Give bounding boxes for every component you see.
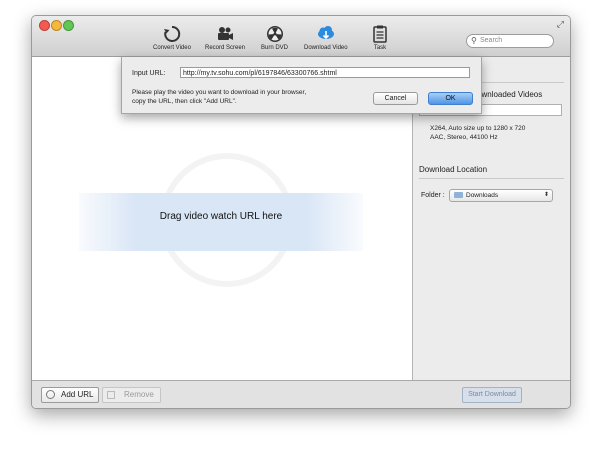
folder-label: Folder : (421, 192, 445, 199)
search-input[interactable]: ⚲ Search (466, 34, 554, 48)
app-window: ⤢ Convert Video Record Screen Burn DVD D… (31, 15, 571, 409)
zoom-window-button[interactable] (63, 20, 74, 31)
cancel-button[interactable]: Cancel (373, 92, 418, 105)
close-window-button[interactable] (39, 20, 50, 31)
toolbar-task[interactable]: Task (371, 25, 389, 51)
folder-select[interactable]: Downloads ⬍ (449, 189, 553, 202)
clipboard-icon (373, 25, 387, 43)
input-url-label: Input URL: (132, 70, 166, 77)
drop-instruction: Drag video watch URL here (159, 211, 283, 222)
radiation-icon (266, 26, 283, 42)
input-url-sheet: Input URL: http://my.tv.sohu.com/pl/6197… (121, 57, 482, 114)
format-line-video: X264, Auto size up to 1280 x 720 (430, 125, 526, 132)
fullscreen-icon[interactable]: ⤢ (557, 19, 564, 30)
divider (419, 178, 564, 179)
folder-icon (454, 192, 463, 198)
add-url-button[interactable]: Add URL (41, 387, 99, 403)
search-icon: ⚲ (471, 36, 477, 45)
add-url-icon (46, 390, 55, 399)
remove-label: Remove (124, 390, 154, 399)
toolbar-record-screen[interactable]: Record Screen (205, 25, 245, 51)
format-line-audio: AAC, Stereo, 44100 Hz (430, 134, 498, 141)
toolbar-download-video[interactable]: Download Video (304, 25, 348, 51)
sheet-instructions: Please play the video you want to downlo… (132, 89, 307, 105)
search-placeholder: Search (480, 37, 503, 44)
start-download-button[interactable]: Start Download (462, 387, 522, 403)
toolbar-burn-dvd[interactable]: Burn DVD (261, 25, 288, 51)
updown-arrows-icon: ⬍ (543, 192, 549, 198)
toolbar-convert-video[interactable]: Convert Video (153, 25, 191, 51)
toolbar-label: Task (373, 45, 387, 51)
folder-value: Downloads (466, 192, 499, 199)
cloud-download-icon (317, 26, 334, 40)
title-toolbar: ⤢ Convert Video Record Screen Burn DVD D… (32, 16, 570, 57)
video-camera-icon (218, 27, 234, 40)
toolbar-label: Burn DVD (261, 45, 289, 51)
remove-button[interactable]: Remove (102, 387, 161, 403)
toolbar-label: Download Video (304, 45, 348, 51)
remove-icon (107, 391, 115, 399)
add-url-label: Add URL (61, 390, 94, 399)
refresh-icon (163, 25, 181, 42)
toolbar-label: Record Screen (205, 45, 246, 51)
toolbar-label: Convert Video (153, 45, 191, 51)
url-input[interactable]: http://my.tv.sohu.com/pl/6197846/6330076… (180, 67, 470, 78)
ok-button[interactable]: OK (428, 92, 473, 105)
download-location-title: Download Location (419, 165, 488, 174)
minimize-window-button[interactable] (51, 20, 62, 31)
downloaded-videos-title: ownloaded Videos (477, 90, 543, 99)
format-details: X264, Auto size up to 1280 x 720 AAC, St… (430, 124, 525, 142)
bottom-toolbar: Add URL Remove Start Download (32, 380, 570, 408)
